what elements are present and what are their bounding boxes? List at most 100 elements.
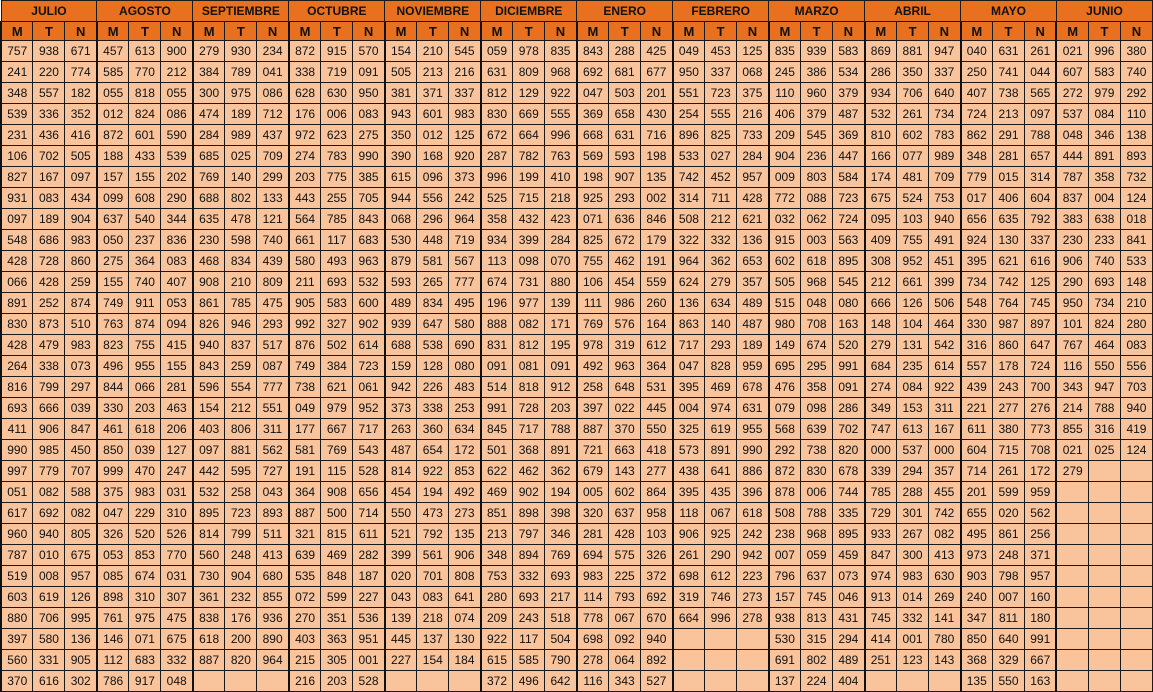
number-cell: 264 (0, 355, 34, 377)
number-cell: 237 (128, 229, 162, 251)
number-cell: 128 (416, 355, 450, 377)
number-cell: 638 (1087, 208, 1121, 230)
number-cell: 062 (800, 208, 834, 230)
number-cell: 199 (512, 166, 546, 188)
number-cell: 767 (1055, 334, 1089, 356)
number-cell: 000 (928, 439, 962, 461)
number-cell: 518 (544, 607, 578, 629)
number-cell: 255 (320, 187, 354, 209)
number-cell: 940 (191, 334, 226, 356)
number-cell: 957 (64, 565, 98, 587)
number-cell: 538 (416, 334, 450, 356)
number-cell: 742 (671, 166, 706, 188)
number-cell: 457 (95, 40, 130, 62)
number-cell: 337 (1024, 229, 1057, 251)
shift-header: N (352, 21, 386, 41)
number-cell: 123 (896, 649, 930, 671)
number-cell: 148 (863, 313, 898, 335)
number-cell: 847 (863, 544, 898, 566)
number-cell: 989 (928, 145, 962, 167)
number-cell: 701 (416, 565, 450, 587)
number-cell: 232 (224, 586, 258, 608)
number-cell: 245 (767, 61, 802, 83)
number-cell: 476 (767, 376, 802, 398)
number-cell: 787 (0, 544, 34, 566)
number-cell: 925 (704, 523, 738, 545)
number-cell: 348 (0, 82, 34, 104)
number-cell: 371 (416, 82, 450, 104)
number-cell (1087, 523, 1121, 545)
number-cell: 475 (256, 292, 290, 314)
number-cell: 067 (704, 502, 738, 524)
number-cell: 677 (640, 61, 674, 83)
number-cell: 888 (479, 313, 514, 335)
number-cell: 530 (383, 229, 418, 251)
number-cell: 860 (64, 250, 98, 272)
number-cell: 635 (992, 208, 1025, 230)
number-cell: 278 (736, 607, 770, 629)
number-cell: 218 (544, 187, 578, 209)
number-cell: 790 (544, 649, 578, 671)
number-cell: 200 (224, 628, 258, 650)
number-cell: 287 (479, 145, 514, 167)
number-cell: 234 (256, 40, 290, 62)
number-cell: 940 (928, 208, 962, 230)
number-cell: 279 (1055, 460, 1089, 482)
number-cell: 189 (32, 208, 66, 230)
number-cell: 157 (95, 166, 130, 188)
number-cell: 830 (800, 460, 834, 482)
number-cell: 920 (448, 145, 482, 167)
number-cell: 126 (64, 586, 98, 608)
number-cell: 187 (352, 565, 386, 587)
number-cell: 135 (448, 523, 482, 545)
number-cell: 478 (224, 208, 258, 230)
number-cell: 039 (64, 397, 98, 419)
number-cell: 233 (1087, 229, 1121, 251)
number-cell: 864 (640, 481, 674, 503)
number-cell: 087 (256, 355, 290, 377)
number-cell: 894 (512, 544, 546, 566)
number-cell: 368 (959, 649, 994, 671)
number-cell: 506 (928, 292, 962, 314)
table-row: 891 252 874 749 911 053 861 785 475 905 583 600 489 8… (0, 292, 1153, 314)
number-cell: 719 (448, 229, 482, 251)
number-cell: 550 (1087, 355, 1121, 377)
number-cell: 106 (575, 271, 610, 293)
number-cell: 939 (383, 313, 418, 335)
number-cell: 601 (416, 103, 450, 125)
number-cell: 256 (1024, 523, 1057, 545)
number-cell: 411 (0, 418, 34, 440)
number-cell: 581 (416, 250, 450, 272)
number-cell: 989 (224, 124, 258, 146)
number-cell: 895 (191, 502, 226, 524)
number-cell: 397 (0, 628, 34, 650)
number-cell: 532 (191, 481, 226, 503)
number-cell: 714 (959, 460, 994, 482)
number-cell: 495 (959, 523, 994, 545)
table-row: 051 082 588 375 983 031 532 258 043 364 908 656 454 1… (0, 481, 1153, 503)
number-cell: 319 (608, 334, 642, 356)
number-cell: 452 (704, 166, 738, 188)
number-cell: 599 (992, 481, 1025, 503)
number-cell: 332 (512, 565, 546, 587)
number-cell (704, 670, 738, 692)
number-cell: 799 (32, 376, 66, 398)
number-cell: 327 (320, 313, 354, 335)
table-row: 397 580 136 146 071 675 618 200 890 403 363 951 445 1… (0, 628, 1153, 650)
shift-header: T (32, 21, 66, 41)
number-cell: 734 (959, 271, 994, 293)
number-cell: 110 (1119, 103, 1153, 125)
number-cell: 542 (928, 334, 962, 356)
number-cell: 319 (671, 586, 706, 608)
number-cell: 892 (640, 649, 674, 671)
number-cell: 576 (608, 313, 642, 335)
number-cell: 872 (767, 460, 802, 482)
number-cell: 267 (896, 523, 930, 545)
number-cell: 085 (95, 565, 130, 587)
table-row: 830 873 510 763 874 094 826 946 293 992 327 902 939 6… (0, 313, 1153, 335)
number-cell (1087, 607, 1121, 629)
number-cell: 364 (287, 481, 322, 503)
number-cell: 428 (0, 334, 34, 356)
number-cell: 115 (320, 460, 354, 482)
number-cell: 231 (0, 124, 34, 146)
